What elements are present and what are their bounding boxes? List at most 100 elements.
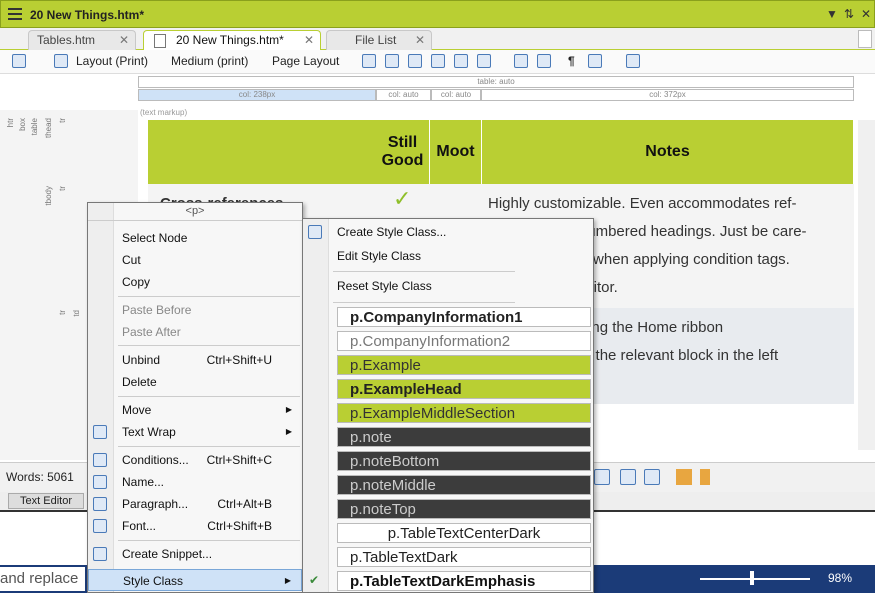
page-layout-dropdown[interactable]: Page Layout [272,54,339,70]
paragraph-icon [93,497,107,511]
shortcut: Ctrl+Shift+C [206,453,272,467]
text-wrap-icon [93,425,107,439]
style-class-item[interactable]: p.TableTextDarkEmphasis [337,571,591,591]
separator [118,540,300,541]
view-icon[interactable] [594,469,610,485]
toolbar-icon-a[interactable] [362,54,376,68]
ruler-col[interactable]: col: auto [431,89,481,101]
show-tags-icon[interactable] [54,54,68,68]
menu-create-style-class[interactable]: Create Style Class... [303,221,517,243]
document-icon [154,34,166,48]
toolbar-icon-e[interactable] [477,54,491,68]
tab-list-icon[interactable] [858,30,872,48]
view-icon[interactable] [644,469,660,485]
ruler-icon[interactable] [676,469,692,485]
structure-label[interactable]: tr [58,310,67,315]
menu-edit-style-class[interactable]: Edit Style Class [303,245,517,267]
style-class-item[interactable]: p.note [337,427,591,447]
layout-dropdown[interactable]: Layout (Print) [76,54,148,70]
menu-reset-style-class[interactable]: Reset Style Class [303,275,517,297]
menu-paste-after[interactable]: Paste After [88,321,302,343]
ruler-col[interactable]: col: auto [376,89,431,101]
menu-select-node[interactable]: Select Node [88,227,302,249]
menu-paste-before[interactable]: Paste Before [88,299,302,321]
menu-label: Name... [122,475,165,489]
menu-font[interactable]: Font... Ctrl+Shift+B [88,515,302,537]
text-editor-tab[interactable]: Text Editor [8,493,84,509]
zoom-slider[interactable] [700,578,810,580]
toolbar-icon-b[interactable] [385,54,399,68]
close-icon[interactable]: ✕ [861,7,871,21]
structure-label[interactable]: thead [44,118,53,138]
tab-20-new-things[interactable]: 20 New Things.htm* ✕ [143,30,321,50]
tab-close-icon[interactable]: ✕ [304,33,314,47]
header-still-good: Still Good [376,120,430,184]
toolbar-icon-g[interactable] [537,54,551,68]
ruler-icon[interactable] [700,469,710,485]
menu-paragraph[interactable]: Paragraph... Ctrl+Alt+B [88,493,302,515]
menu-move[interactable]: Move ▶ [88,399,302,421]
window-title: 20 New Things.htm* [30,8,145,22]
style-class-item[interactable]: p.Example [337,355,591,375]
tab-close-icon[interactable]: ✕ [119,33,129,47]
tab-tables[interactable]: Tables.htm ✕ [28,30,136,50]
ruler-col[interactable]: col: 238px [138,89,376,101]
menu-cut[interactable]: Cut [88,249,302,271]
structure-label[interactable]: table [30,118,39,135]
zoom-thumb[interactable] [750,571,754,585]
menu-label: Move [122,403,152,417]
header-moot: Moot [430,120,482,184]
menu-delete[interactable]: Delete [88,371,302,393]
tab-file-list[interactable]: File List ✕ [326,30,432,50]
ruler-col[interactable]: col: 372px [481,89,854,101]
style-class-item[interactable]: p.noteBottom [337,451,591,471]
image-icon[interactable] [408,54,422,68]
menu-label: Unbind [122,353,161,367]
menu-name[interactable]: Name... [88,471,302,493]
structure-label[interactable]: td [72,310,81,317]
structure-label[interactable]: box [18,118,27,131]
pilcrow-icon[interactable]: ¶ [568,54,575,70]
tab-bar: Tables.htm ✕ 20 New Things.htm* ✕ File Lis… [0,28,875,50]
header-notes: Notes [482,120,854,184]
shortcut: Ctrl+Shift+U [206,353,272,367]
style-class-item[interactable]: p.noteTop [337,499,591,519]
pin-icon[interactable]: ⇅ [844,7,854,21]
style-class-item[interactable]: p.CompanyInformation2 [337,331,591,351]
style-class-item[interactable]: p.ExampleMiddleSection [337,403,591,423]
menu-copy[interactable]: Copy [88,271,302,293]
toolbar-icon-f[interactable] [514,54,528,68]
structure-label[interactable]: tr [58,186,67,191]
structure-label[interactable]: tbody [44,186,53,206]
title-bar: 20 New Things.htm* ▼ ⇅ ✕ [0,0,875,28]
hamburger-menu-icon[interactable] [8,8,22,20]
menu-create-snippet[interactable]: Create Snippet... [88,543,302,565]
style-class-item[interactable]: p.TableTextCenterDark [337,523,591,543]
style-class-item[interactable]: p.TableTextDark [337,547,591,567]
structure-label[interactable]: tr [58,118,67,123]
menu-text-wrap[interactable]: Text Wrap ▶ [88,421,302,443]
toolbar-icon-d[interactable] [454,54,468,68]
zoom-icon[interactable] [12,54,26,68]
menu-unbind[interactable]: Unbind Ctrl+Shift+U [88,349,302,371]
style-class-item[interactable]: p.ExampleHead [337,379,591,399]
table-ruler: table: auto col: 238px col: auto col: au… [138,76,854,102]
medium-dropdown[interactable]: Medium (print) [171,54,248,70]
tab-label: Tables.htm [37,33,96,47]
toolbar-icon-h[interactable] [626,54,640,68]
structure-label[interactable]: htr [6,118,15,127]
submenu-arrow-icon: ▶ [284,576,291,585]
menu-conditions[interactable]: Conditions... Ctrl+Shift+C [88,449,302,471]
menu-style-class[interactable]: Style Class ▶ [88,569,302,591]
dropdown-arrow-icon[interactable]: ▼ [826,7,838,21]
toolbar-icon-c[interactable] [431,54,445,68]
tab-close-icon[interactable]: ✕ [415,33,425,47]
style-class-item[interactable]: p.CompanyInformation1 [337,307,591,327]
eye-icon[interactable] [588,54,602,68]
vertical-scrollbar[interactable] [858,120,875,450]
style-class-item[interactable]: p.noteMiddle [337,475,591,495]
separator [333,271,515,272]
ruler-table: table: auto [138,76,854,88]
view-icon[interactable] [620,469,636,485]
menu-label: Conditions... [122,453,189,467]
